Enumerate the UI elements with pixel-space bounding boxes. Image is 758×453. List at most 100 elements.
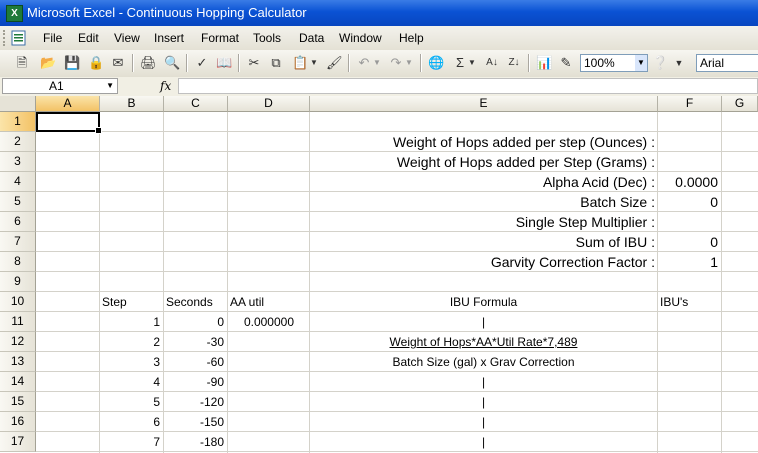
spelling-icon[interactable]: ✓ [194, 55, 210, 71]
permission-icon[interactable]: 🔒 [88, 55, 104, 71]
print-preview-icon[interactable]: 🔍 [164, 55, 180, 71]
column-header-e[interactable]: E [310, 96, 658, 112]
menu-view[interactable]: View [114, 30, 140, 46]
copy-icon[interactable]: ⧉ [268, 55, 284, 71]
drawing-icon[interactable]: ✎ [558, 55, 574, 71]
sort-descending-icon[interactable]: Z↓ [506, 55, 522, 71]
new-icon[interactable]: 🗎 [14, 55, 30, 71]
window-title: Microsoft Excel - Continuous Hopping Cal… [27, 5, 307, 20]
row-header-4[interactable]: 4 [0, 172, 36, 192]
save-icon[interactable]: 💾 [64, 55, 80, 71]
step-cell: 7 [153, 435, 160, 449]
label-sum-ibu: Sum of IBU : [575, 234, 655, 250]
header-seconds: Seconds [166, 295, 213, 309]
cut-icon[interactable]: ✂ [246, 55, 262, 71]
name-box[interactable]: A1 ▼ [2, 78, 118, 94]
autosum-icon[interactable]: Σ [452, 55, 468, 71]
font-name-select[interactable]: Arial [696, 54, 758, 72]
excel-app-icon[interactable]: X [6, 5, 23, 22]
row-header-5[interactable]: 5 [0, 192, 36, 212]
format-painter-icon[interactable]: 🖌 [326, 55, 343, 71]
seconds-cell: -60 [206, 355, 224, 369]
research-icon[interactable]: 📖 [216, 55, 232, 71]
row-header-11[interactable]: 11 [0, 312, 36, 332]
row-header-8[interactable]: 8 [0, 252, 36, 272]
standard-toolbar: 🗎 📂 💾 🔒 ✉ 🖨 🔍 ✓ 📖 ✂ ⧉ 📋 ▼ 🖌 ↶ ▼ ↷ ▼ 🌐 Σ … [0, 50, 758, 78]
menu-file[interactable]: File [43, 30, 62, 46]
row-header-12[interactable]: 12 [0, 332, 36, 352]
column-header-d[interactable]: D [228, 96, 310, 112]
step-cell: 5 [153, 395, 160, 409]
email-icon[interactable]: ✉ [110, 55, 126, 71]
step-cell: 3 [153, 355, 160, 369]
value-alpha-acid: 0.0000 [675, 174, 718, 190]
row-header-10[interactable]: 10 [0, 292, 36, 312]
name-box-value: A1 [49, 79, 64, 93]
workbook-icon[interactable] [10, 30, 28, 46]
column-header-f[interactable]: F [658, 96, 722, 112]
row-header-7[interactable]: 7 [0, 232, 36, 252]
chart-wizard-icon[interactable]: 📊 [536, 55, 552, 71]
label-weight-ounces: Weight of Hops added per step (Ounces) : [393, 134, 655, 150]
step-cell: 1 [153, 315, 160, 329]
toolbar-options-icon[interactable]: ▼ [674, 55, 684, 71]
menu-insert[interactable]: Insert [154, 30, 184, 46]
paste-icon[interactable]: 📋 [292, 55, 308, 71]
label-weight-grams: Weight of Hops added per Step (Grams) : [396, 154, 655, 170]
autosum-dropdown-icon[interactable]: ▼ [468, 55, 476, 71]
print-icon[interactable]: 🖨 [140, 55, 157, 71]
header-ibus: IBU's [660, 295, 689, 309]
fill-handle[interactable] [95, 127, 102, 134]
row-header-2[interactable]: 2 [0, 132, 36, 152]
paste-dropdown-icon[interactable]: ▼ [310, 55, 318, 71]
row-header-1[interactable]: 1 [0, 112, 36, 132]
menu-window[interactable]: Window [339, 30, 382, 46]
redo-icon[interactable]: ↷ [388, 55, 404, 71]
header-aa-util: AA util [230, 295, 265, 309]
seconds-cell: -180 [199, 435, 224, 449]
menu-data[interactable]: Data [299, 30, 324, 46]
row-header-15[interactable]: 15 [0, 392, 36, 412]
seconds-cell: -120 [199, 395, 224, 409]
hyperlink-icon[interactable]: 🌐 [428, 55, 444, 71]
menu-grip-icon[interactable] [3, 30, 8, 46]
zoom-select[interactable]: 100% ▼ [580, 54, 648, 72]
active-cell-a1[interactable] [36, 112, 102, 134]
menu-edit[interactable]: Edit [78, 30, 99, 46]
row-header-17[interactable]: 17 [0, 432, 36, 452]
column-header-c[interactable]: C [164, 96, 228, 112]
help-icon[interactable]: ❔ [652, 55, 668, 71]
row-header-3[interactable]: 3 [0, 152, 36, 172]
formula-bar: A1 ▼ fx [0, 77, 758, 97]
cells-area[interactable]: Weight of Hops added per step (Ounces) :… [36, 112, 758, 453]
zoom-value: 100% [584, 56, 615, 70]
seconds-cell: 0 [217, 315, 224, 329]
menu-help[interactable]: Help [399, 30, 424, 46]
row-header-9[interactable]: 9 [0, 272, 36, 292]
sort-ascending-icon[interactable]: A↓ [484, 55, 500, 71]
undo-dropdown-icon[interactable]: ▼ [373, 55, 381, 71]
menu-bar: File Edit View Insert Format Tools Data … [0, 26, 758, 51]
menu-tools[interactable]: Tools [253, 30, 281, 46]
select-all-corner[interactable] [0, 96, 36, 112]
label-alpha-acid: Alpha Acid (Dec) : [542, 174, 655, 190]
formula-numerator: Weight of Hops*AA*Util Rate*7,489 [389, 335, 578, 349]
redo-dropdown-icon[interactable]: ▼ [405, 55, 413, 71]
column-header-g[interactable]: G [722, 96, 758, 112]
column-header-b[interactable]: B [100, 96, 164, 112]
font-name-value: Arial [700, 56, 725, 70]
insert-function-icon[interactable]: fx [160, 78, 171, 94]
zoom-dropdown-icon[interactable]: ▼ [635, 55, 647, 71]
name-box-dropdown-icon[interactable]: ▼ [106, 79, 114, 93]
step-cell: 2 [153, 335, 160, 349]
undo-icon[interactable]: ↶ [356, 55, 372, 71]
menu-format[interactable]: Format [201, 30, 239, 46]
column-header-a[interactable]: A [36, 96, 100, 112]
row-header-16[interactable]: 16 [0, 412, 36, 432]
row-header-6[interactable]: 6 [0, 212, 36, 232]
open-icon[interactable]: 📂 [40, 55, 56, 71]
formula-input[interactable] [178, 78, 758, 94]
row-header-13[interactable]: 13 [0, 352, 36, 372]
row-header-14[interactable]: 14 [0, 372, 36, 392]
formula-bar-line: | [481, 375, 486, 389]
